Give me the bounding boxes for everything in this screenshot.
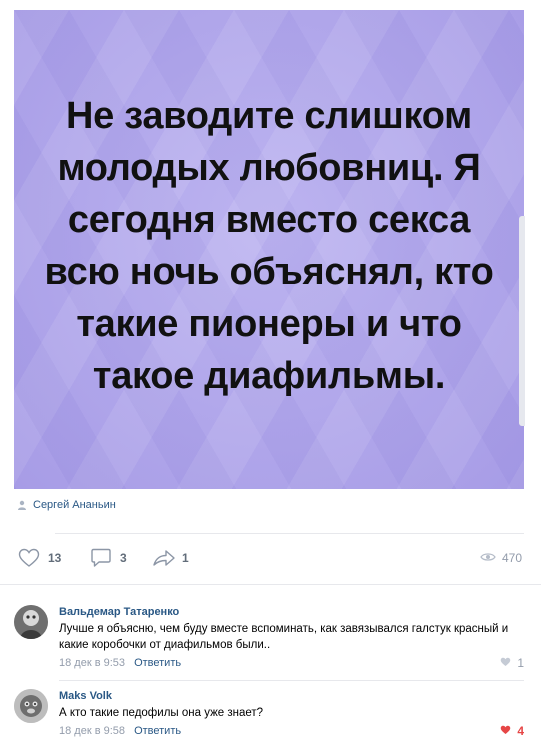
share-icon: [152, 548, 176, 568]
reply-button[interactable]: Ответить: [134, 657, 181, 669]
divider: [59, 680, 524, 681]
post-author[interactable]: Сергей Ананьин: [17, 499, 116, 511]
scroll-handle[interactable]: [519, 216, 525, 426]
post-author-name[interactable]: Сергей Ананьин: [33, 499, 116, 511]
views-counter: 470: [480, 551, 522, 565]
comment-text: Лучше я объясню, чем буду вместе вспомин…: [59, 623, 509, 651]
post-actions: 13 3 1 470: [14, 548, 524, 570]
post-image[interactable]: Не заводите слишком молодых любовниц. Я …: [14, 10, 524, 489]
comment-count: 3: [120, 551, 127, 565]
heart-icon: [500, 724, 511, 738]
heart-icon: [18, 548, 40, 568]
eye-icon: [480, 551, 496, 565]
divider: [0, 584, 541, 585]
comment-time[interactable]: 18 дек в 9:53: [59, 657, 125, 669]
heart-icon: [500, 656, 511, 670]
share-count: 1: [182, 551, 189, 565]
comment-time[interactable]: 18 дек в 9:58: [59, 725, 125, 737]
like-button[interactable]: 13: [18, 548, 61, 568]
reply-button[interactable]: Ответить: [134, 725, 181, 737]
share-button[interactable]: 1: [152, 548, 189, 568]
comment-author[interactable]: Maks Volk: [59, 689, 524, 703]
person-icon: [17, 500, 27, 510]
comment-meta: 18 дек в 9:58 Ответить 4: [59, 724, 524, 738]
comment-like-count: 4: [517, 724, 524, 738]
avatar[interactable]: [14, 689, 48, 723]
comment-like-button[interactable]: 4: [500, 724, 524, 738]
views-count: 470: [501, 551, 522, 565]
comment-button[interactable]: 3: [90, 548, 127, 568]
comment-meta: 18 дек в 9:53 Ответить 1: [59, 656, 524, 670]
comment-item: Maks Volk А кто такие педофилы она уже з…: [14, 689, 524, 747]
comment-text: А кто такие педофилы она уже знает?: [59, 707, 264, 719]
comment-like-count: 1: [517, 656, 524, 670]
comment-author[interactable]: Вальдемар Татаренко: [59, 605, 524, 619]
comment-icon: [90, 548, 112, 568]
like-count: 13: [48, 551, 62, 565]
comment-item: Вальдемар Татаренко Лучше я объясню, чем…: [14, 605, 524, 677]
avatar[interactable]: [14, 605, 48, 639]
post-quote-text: Не заводите слишком молодых любовниц. Я …: [44, 95, 494, 397]
comment-like-button[interactable]: 1: [500, 656, 524, 670]
divider: [55, 533, 524, 534]
